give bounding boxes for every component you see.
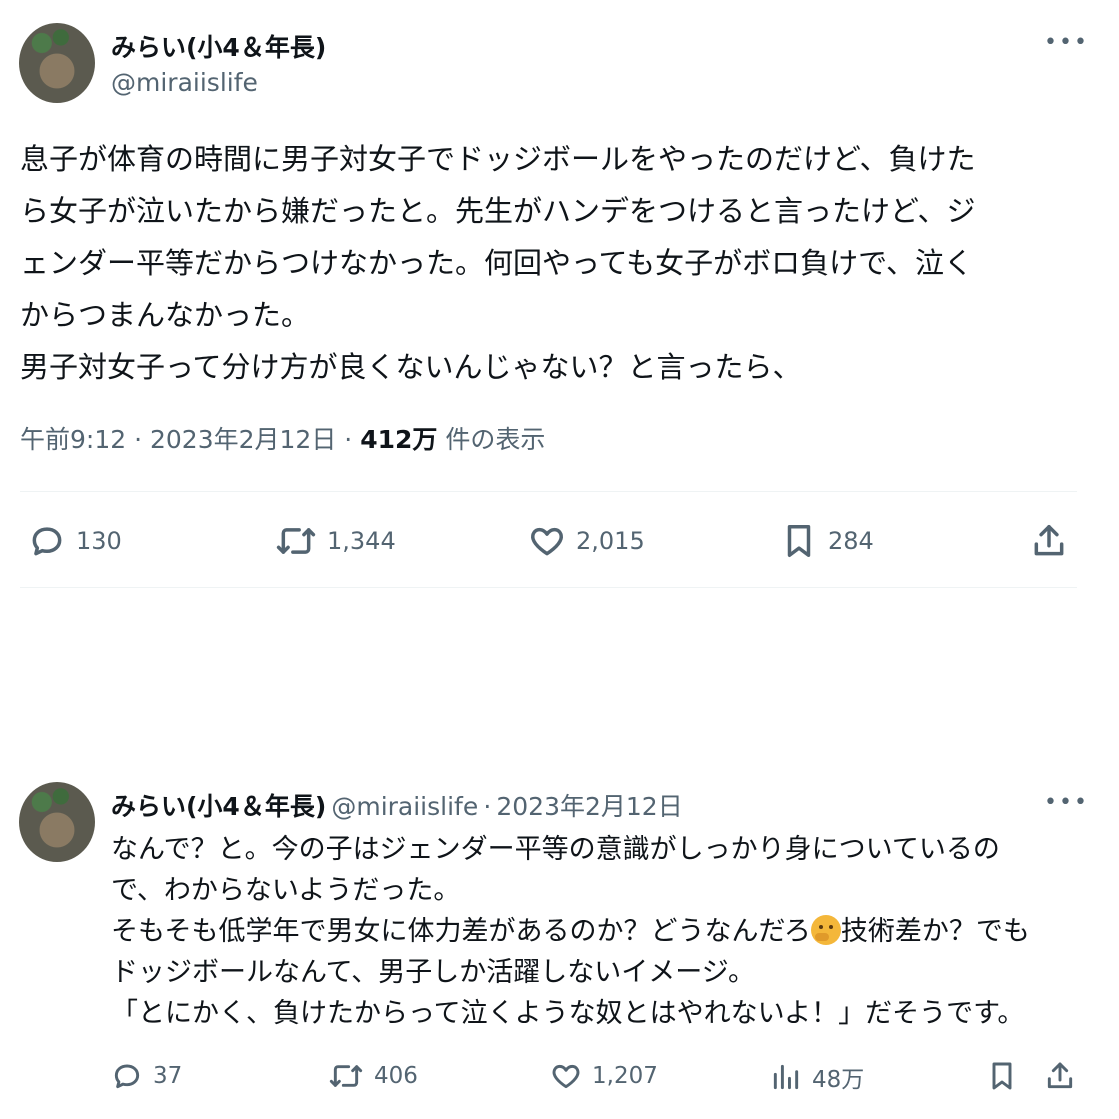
reply-header: みらい(小4＆年長) @miraiislife · 2023年2月12日: [111, 787, 683, 823]
meta-separator: ·: [483, 792, 492, 821]
meta-separator: ·: [344, 425, 353, 454]
author-avatar[interactable]: [19, 23, 95, 103]
reply-text-line: そもそも低学年で男女に体力差があるのか？どうなんだろ 技術差か？でも: [111, 911, 1101, 952]
reply-author-avatar[interactable]: [19, 782, 95, 862]
reply-text-line: で、わからないようだった。: [111, 875, 461, 906]
retweet-count: 1,344: [327, 527, 396, 555]
tweet-time[interactable]: 午前9:12: [20, 425, 126, 454]
reply-reply-count: 37: [153, 1063, 183, 1089]
reply-icon: [32, 527, 62, 556]
views-label: 件の表示: [445, 425, 546, 454]
reply-button[interactable]: 130: [28, 522, 122, 560]
meta-separator: ·: [134, 425, 143, 454]
reply-icon: [114, 1064, 140, 1089]
thinking-face-emoji-icon: [810, 915, 841, 945]
analytics-icon: [773, 1064, 799, 1090]
more-options-icon[interactable]: •••: [1044, 30, 1089, 55]
bookmark-count: 284: [828, 527, 874, 555]
like-button[interactable]: 2,015: [528, 522, 645, 560]
retweet-icon: [329, 1065, 363, 1087]
reply-bookmark-button[interactable]: [986, 1060, 1018, 1092]
reply-count: 130: [76, 527, 122, 555]
heart-icon: [552, 1064, 580, 1089]
retweet-button[interactable]: 1,344: [275, 522, 396, 560]
reply-like-count: 1,207: [592, 1063, 658, 1089]
tweet-text-line: 男子対女子って分け方が良くないんじゃない？と言ったら、: [20, 350, 802, 384]
share-icon: [1034, 525, 1064, 556]
reply-retweet-count: 406: [374, 1063, 418, 1089]
bookmark-button[interactable]: 284: [780, 522, 874, 560]
heart-icon: [531, 527, 563, 556]
share-button[interactable]: [1030, 522, 1068, 560]
bookmark-icon: [992, 1062, 1012, 1090]
reply-text-segment: そもそも低学年で男女に体力差があるのか？どうなんだろ: [111, 916, 811, 947]
tweet-text-line: からつまんなかった。: [20, 298, 311, 332]
reply-author-handle[interactable]: @miraiislife: [331, 792, 478, 821]
reply-date[interactable]: 2023年2月12日: [496, 792, 682, 821]
reply-text: なんで？と。今の子はジェンダー平等の意識がしっかり身についているの で、わからな…: [111, 829, 1101, 1034]
reply-share-button[interactable]: [1044, 1060, 1076, 1092]
reply-views-button[interactable]: 48万: [770, 1060, 864, 1094]
tweet-meta: 午前9:12 · 2023年2月12日 · 412万 件の表示: [20, 420, 545, 456]
tweet-text-line: ェンダー平等だからつけなかった。何回やっても女子がボロ負けで、泣く: [20, 246, 973, 280]
reply-author-name[interactable]: みらい(小4＆年長): [111, 792, 326, 821]
share-icon: [1047, 1062, 1073, 1089]
reply-more-options-icon[interactable]: •••: [1044, 790, 1089, 815]
tweet-text-line: ら女子が泣いたから嫌だったと。先生がハンデをつけると言ったけど、ジ: [20, 194, 976, 228]
divider: [20, 587, 1077, 588]
reply-views-count: 48万: [812, 1067, 865, 1093]
reply-text-segment: 技術差か？でも: [840, 916, 1030, 947]
tweet-date[interactable]: 2023年2月12日: [150, 425, 336, 454]
reply-retweet-button[interactable]: 406: [328, 1060, 418, 1092]
bookmark-icon: [787, 525, 811, 557]
reply-text-line: ドッジボールなんて、男子しか活躍しないイメージ。: [111, 957, 755, 988]
reply-text-line: 「とにかく、負けたからって泣くような奴とはやれないよ！」だそうです。: [111, 998, 1025, 1029]
tweet-text-line: 息子が体育の時間に男子対女子でドッジボールをやったのだけど、負けた: [20, 142, 976, 176]
reply-reply-button[interactable]: 37: [111, 1060, 182, 1092]
tweet-text: 息子が体育の時間に男子対女子でドッジボールをやったのだけど、負けた ら女子が泣い…: [20, 133, 1100, 393]
author-name[interactable]: みらい(小4＆年長): [111, 28, 326, 64]
author-handle[interactable]: @miraiislife: [111, 68, 258, 97]
divider: [20, 491, 1077, 492]
retweet-icon: [276, 528, 316, 554]
reply-text-line: なんで？と。今の子はジェンダー平等の意識がしっかり身についているの: [111, 834, 1000, 865]
like-count: 2,015: [576, 527, 645, 555]
reply-like-button[interactable]: 1,207: [550, 1060, 658, 1092]
views-count: 412万: [360, 425, 438, 454]
